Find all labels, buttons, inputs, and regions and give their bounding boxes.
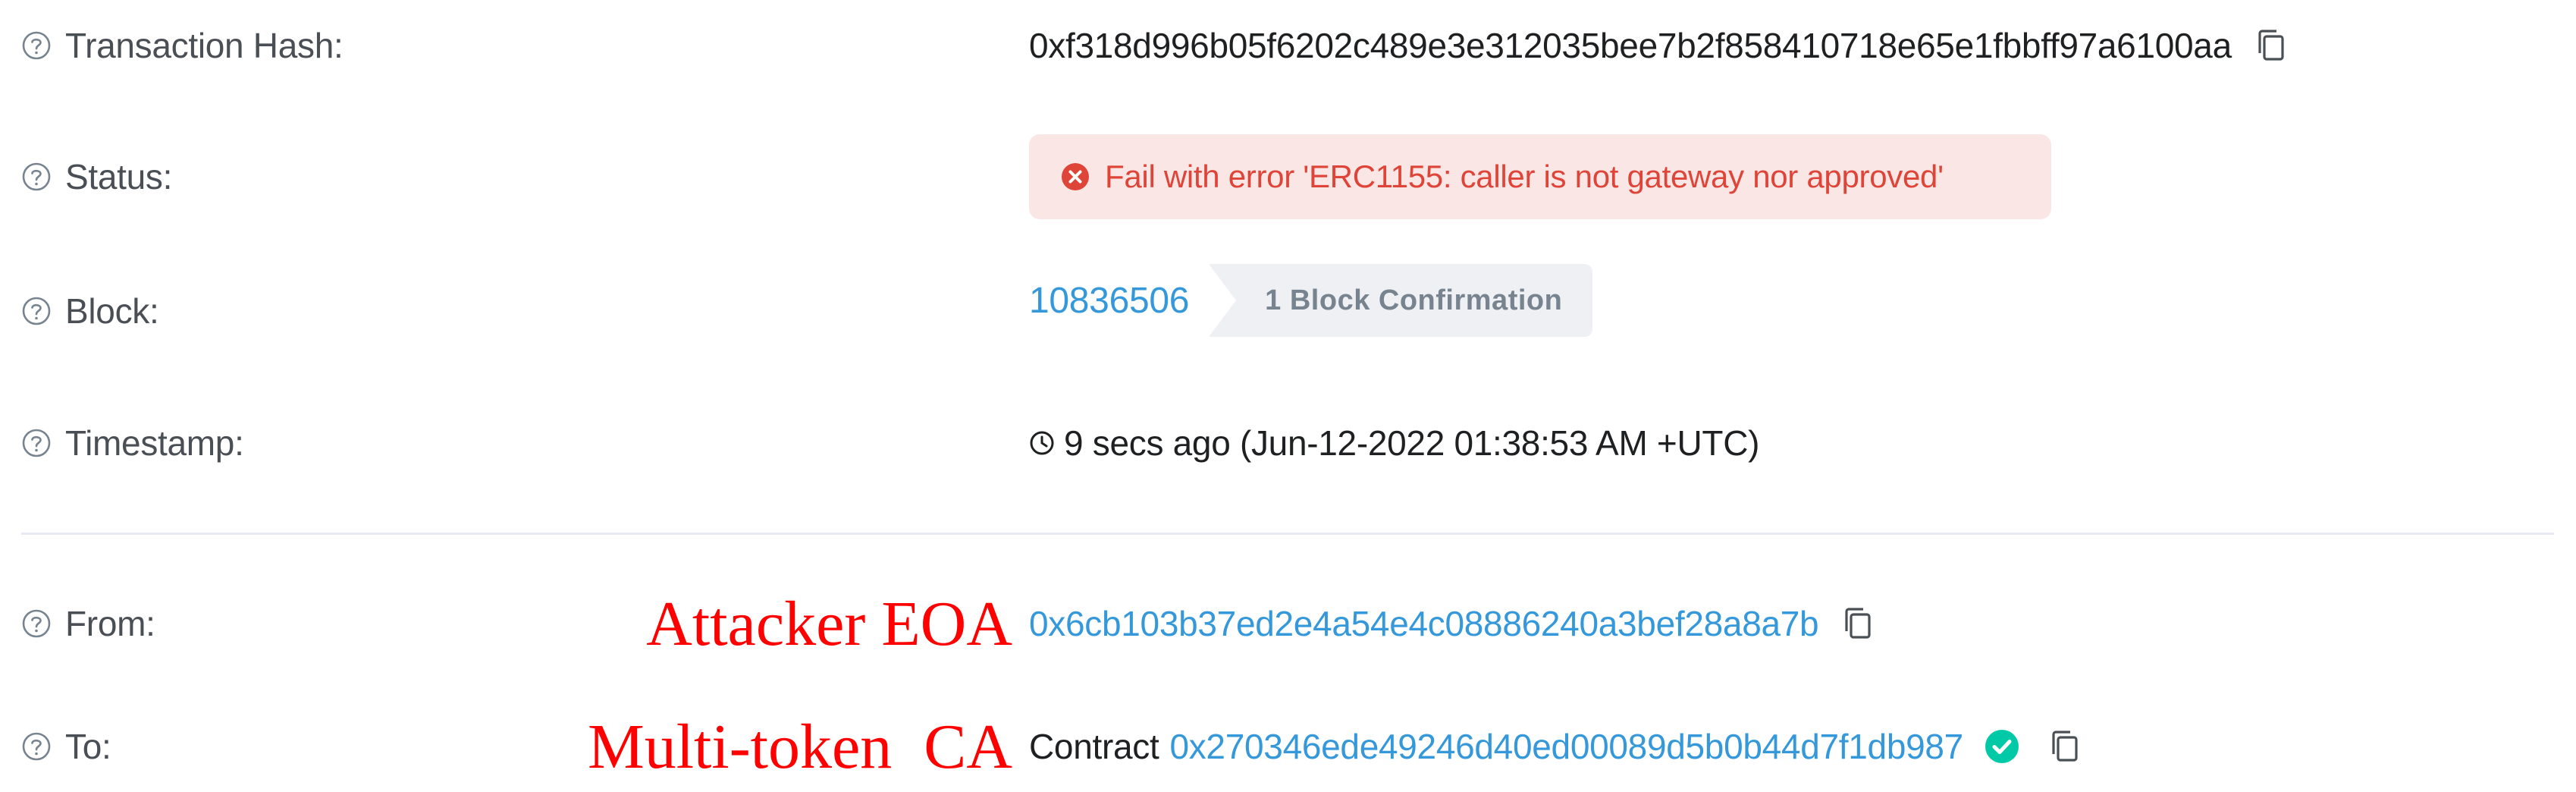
copy-icon[interactable] xyxy=(2254,27,2288,64)
multi-token-annotation: Multi-token CA xyxy=(588,711,1012,782)
section-divider xyxy=(21,533,2554,535)
tx-hash-value: 0xf318d996b05f6202c489e3e312035bee7b2f85… xyxy=(1029,26,2232,65)
tx-hash-label: Transaction Hash: xyxy=(65,26,344,65)
to-label: To: xyxy=(65,727,111,766)
from-row: From: Attacker EOA 0x6cb103b37ed2e4a54e4… xyxy=(0,578,2576,669)
block-number-link[interactable]: 10836506 xyxy=(1029,280,1189,322)
attacker-annotation: Attacker EOA xyxy=(646,588,1012,659)
block-value-cell: 10836506 1 Block Confirmation xyxy=(1029,255,1593,346)
tx-hash-value-cell: 0xf318d996b05f6202c489e3e312035bee7b2f85… xyxy=(1029,0,2288,91)
timestamp-value-cell: 9 secs ago (Jun-12-2022 01:38:53 AM +UTC… xyxy=(1029,398,1759,489)
to-label-cell: To: xyxy=(21,701,111,792)
from-label: From: xyxy=(65,604,155,643)
timestamp-value: 9 secs ago (Jun-12-2022 01:38:53 AM +UTC… xyxy=(1064,423,1760,463)
to-row: To: Multi-token CA Contract 0x270346ede4… xyxy=(0,701,2576,792)
question-circle-icon[interactable] xyxy=(21,428,52,458)
status-label: Status: xyxy=(65,157,173,196)
question-circle-icon[interactable] xyxy=(21,162,52,192)
timestamp-row: Timestamp: 9 secs ago (Jun-12-2022 01:38… xyxy=(0,398,2576,489)
timestamp-label-cell: Timestamp: xyxy=(21,398,244,489)
from-value-cell: 0x6cb103b37ed2e4a54e4c08886240a3bef28a8a… xyxy=(1029,578,1875,669)
to-value-cell: Contract 0x270346ede49246d40ed00089d5b0b… xyxy=(1029,701,2082,792)
tx-hash-row: Transaction Hash: 0xf318d996b05f6202c489… xyxy=(0,0,2576,91)
question-circle-icon[interactable] xyxy=(21,30,52,61)
x-circle-icon xyxy=(1061,162,1090,191)
status-message: Fail with error 'ERC1155: caller is not … xyxy=(1105,159,1944,194)
status-row: Status: Fail with error 'ERC1155: caller… xyxy=(0,131,2576,222)
from-address-link[interactable]: 0x6cb103b37ed2e4a54e4c08886240a3bef28a8a… xyxy=(1029,603,1819,644)
clock-icon xyxy=(1029,430,1055,456)
status-label-cell: Status: xyxy=(21,131,172,222)
to-address-link[interactable]: 0x270346ede49246d40ed00089d5b0b44d7f1db9… xyxy=(1169,726,1963,767)
tx-hash-label-cell: Transaction Hash: xyxy=(21,0,344,91)
question-circle-icon[interactable] xyxy=(21,608,52,639)
block-label: Block: xyxy=(65,291,159,331)
contract-prefix: Contract xyxy=(1029,727,1159,766)
status-value-cell: Fail with error 'ERC1155: caller is not … xyxy=(1029,131,2051,222)
question-circle-icon[interactable] xyxy=(21,731,52,762)
block-label-cell: Block: xyxy=(21,266,159,357)
question-circle-icon[interactable] xyxy=(21,296,52,326)
copy-icon[interactable] xyxy=(1841,605,1875,642)
block-confirmation-badge: 1 Block Confirmation xyxy=(1209,264,1593,337)
block-row: Block: 10836506 1 Block Confirmation xyxy=(0,264,2576,357)
copy-icon[interactable] xyxy=(2048,728,2082,765)
timestamp-label: Timestamp: xyxy=(65,423,244,463)
check-circle-icon xyxy=(1985,729,2019,764)
from-label-cell: From: xyxy=(21,578,155,669)
status-badge: Fail with error 'ERC1155: caller is not … xyxy=(1029,134,2051,219)
